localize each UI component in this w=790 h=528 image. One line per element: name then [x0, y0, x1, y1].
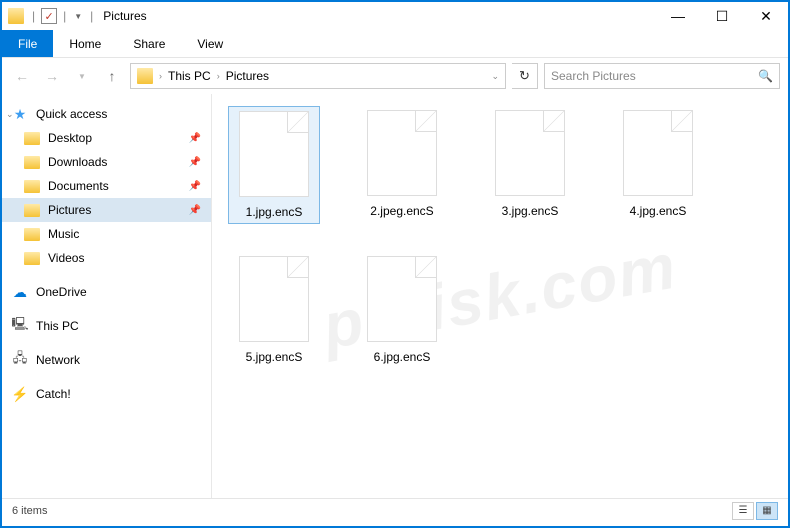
breadcrumb-current[interactable]: Pictures: [226, 69, 269, 83]
pin-icon: 📌: [189, 133, 201, 144]
file-icon: [495, 110, 565, 196]
network-icon: 🖧: [12, 352, 28, 368]
folder-icon: [137, 68, 153, 84]
body-area: ⌄ ★ Quick access Desktop 📌 Downloads 📌 D…: [2, 94, 788, 498]
file-item[interactable]: 5.jpg.encS: [228, 252, 320, 368]
folder-icon: [24, 226, 40, 242]
file-label: 2.jpeg.encS: [370, 204, 433, 218]
pin-icon: 📌: [189, 157, 201, 168]
sidebar-item-label: Documents: [48, 179, 109, 193]
file-label: 6.jpg.encS: [374, 350, 431, 364]
file-item[interactable]: 2.jpeg.encS: [356, 106, 448, 224]
search-placeholder: Search Pictures: [551, 69, 636, 83]
breadcrumb-root[interactable]: This PC: [168, 69, 211, 83]
file-icon: [623, 110, 693, 196]
tab-share[interactable]: Share: [117, 30, 181, 57]
file-icon: [239, 256, 309, 342]
tab-home[interactable]: Home: [53, 30, 117, 57]
chevron-right-icon: ›: [217, 71, 220, 81]
folder-icon: [24, 250, 40, 266]
sidebar-item-music[interactable]: Music: [2, 222, 211, 246]
sidebar-item-label: Downloads: [48, 155, 107, 169]
statusbar: 6 items ☰ ▦: [2, 498, 788, 522]
file-menu-button[interactable]: File: [2, 30, 53, 57]
sidebar: ⌄ ★ Quick access Desktop 📌 Downloads 📌 D…: [2, 94, 212, 498]
file-icon: [367, 110, 437, 196]
sidebar-label: Network: [36, 353, 80, 367]
sidebar-label: OneDrive: [36, 285, 87, 299]
folder-icon: [24, 178, 40, 194]
sidebar-item-downloads[interactable]: Downloads 📌: [2, 150, 211, 174]
folder-icon: [24, 154, 40, 170]
qat-checkbox-icon[interactable]: ✓: [41, 8, 57, 24]
sidebar-label: This PC: [36, 319, 79, 333]
file-item[interactable]: 3.jpg.encS: [484, 106, 576, 224]
separator: |: [90, 9, 93, 23]
ribbon: File Home Share View: [2, 30, 788, 58]
folder-icon: [24, 202, 40, 218]
item-count: 6 items: [12, 505, 47, 517]
pin-icon: 📌: [189, 205, 201, 216]
titlebar: | ✓ | ▼ | Pictures — ☐ ✕: [2, 2, 788, 30]
sidebar-label: Quick access: [36, 107, 107, 121]
expand-caret-icon[interactable]: ⌄: [6, 109, 14, 120]
folder-icon: [24, 130, 40, 146]
file-item[interactable]: 1.jpg.encS: [228, 106, 320, 224]
navbar: ← → ▼ ↑ › This PC › Pictures ⌄ ↻ Search …: [2, 58, 788, 94]
sidebar-onedrive[interactable]: ☁ OneDrive: [2, 280, 211, 304]
search-input[interactable]: Search Pictures 🔍: [544, 63, 780, 89]
sidebar-label: Catch!: [36, 387, 71, 401]
view-details-button[interactable]: ☰: [732, 502, 754, 520]
back-button[interactable]: ←: [10, 64, 34, 88]
sidebar-item-label: Videos: [48, 251, 84, 265]
pc-icon: 🖳: [12, 318, 28, 334]
refresh-button[interactable]: ↻: [512, 63, 538, 89]
up-button[interactable]: ↑: [100, 64, 124, 88]
folder-mini-icon: [8, 8, 24, 24]
sidebar-item-documents[interactable]: Documents 📌: [2, 174, 211, 198]
sidebar-quick-access[interactable]: ⌄ ★ Quick access: [2, 102, 211, 126]
chevron-right-icon: ›: [159, 71, 162, 81]
close-button[interactable]: ✕: [744, 2, 788, 30]
sidebar-network[interactable]: 🖧 Network: [2, 348, 211, 372]
cloud-icon: ☁: [12, 284, 28, 300]
sidebar-thispc[interactable]: 🖳 This PC: [2, 314, 211, 338]
bolt-icon: ⚡: [12, 386, 28, 402]
chevron-down-icon[interactable]: ⌄: [491, 71, 499, 82]
window-title: Pictures: [103, 9, 146, 23]
file-item[interactable]: 6.jpg.encS: [356, 252, 448, 368]
file-label: 4.jpg.encS: [630, 204, 687, 218]
file-item[interactable]: 4.jpg.encS: [612, 106, 704, 224]
sidebar-item-desktop[interactable]: Desktop 📌: [2, 126, 211, 150]
view-large-icons-button[interactable]: ▦: [756, 502, 778, 520]
minimize-button[interactable]: —: [656, 2, 700, 30]
forward-button[interactable]: →: [40, 64, 64, 88]
sidebar-item-label: Pictures: [48, 203, 91, 217]
qat-dropdown-icon[interactable]: ▼: [74, 12, 82, 21]
pin-icon: 📌: [189, 181, 201, 192]
sidebar-item-pictures[interactable]: Pictures 📌: [2, 198, 211, 222]
recent-dropdown[interactable]: ▼: [70, 64, 94, 88]
maximize-button[interactable]: ☐: [700, 2, 744, 30]
star-icon: ★: [12, 106, 28, 122]
file-label: 3.jpg.encS: [502, 204, 559, 218]
address-bar[interactable]: › This PC › Pictures ⌄: [130, 63, 506, 89]
sidebar-item-videos[interactable]: Videos: [2, 246, 211, 270]
separator: |: [32, 9, 35, 23]
file-icon: [367, 256, 437, 342]
content-area[interactable]: pcrisk.com 1.jpg.encS 2.jpeg.encS 3.jpg.…: [212, 94, 788, 498]
tab-view[interactable]: View: [181, 30, 239, 57]
search-icon: 🔍: [758, 69, 773, 83]
sidebar-catch[interactable]: ⚡ Catch!: [2, 382, 211, 406]
sidebar-item-label: Desktop: [48, 131, 92, 145]
file-label: 5.jpg.encS: [246, 350, 303, 364]
file-icon: [239, 111, 309, 197]
sidebar-item-label: Music: [48, 227, 79, 241]
file-label: 1.jpg.encS: [246, 205, 303, 219]
separator: |: [63, 9, 66, 23]
